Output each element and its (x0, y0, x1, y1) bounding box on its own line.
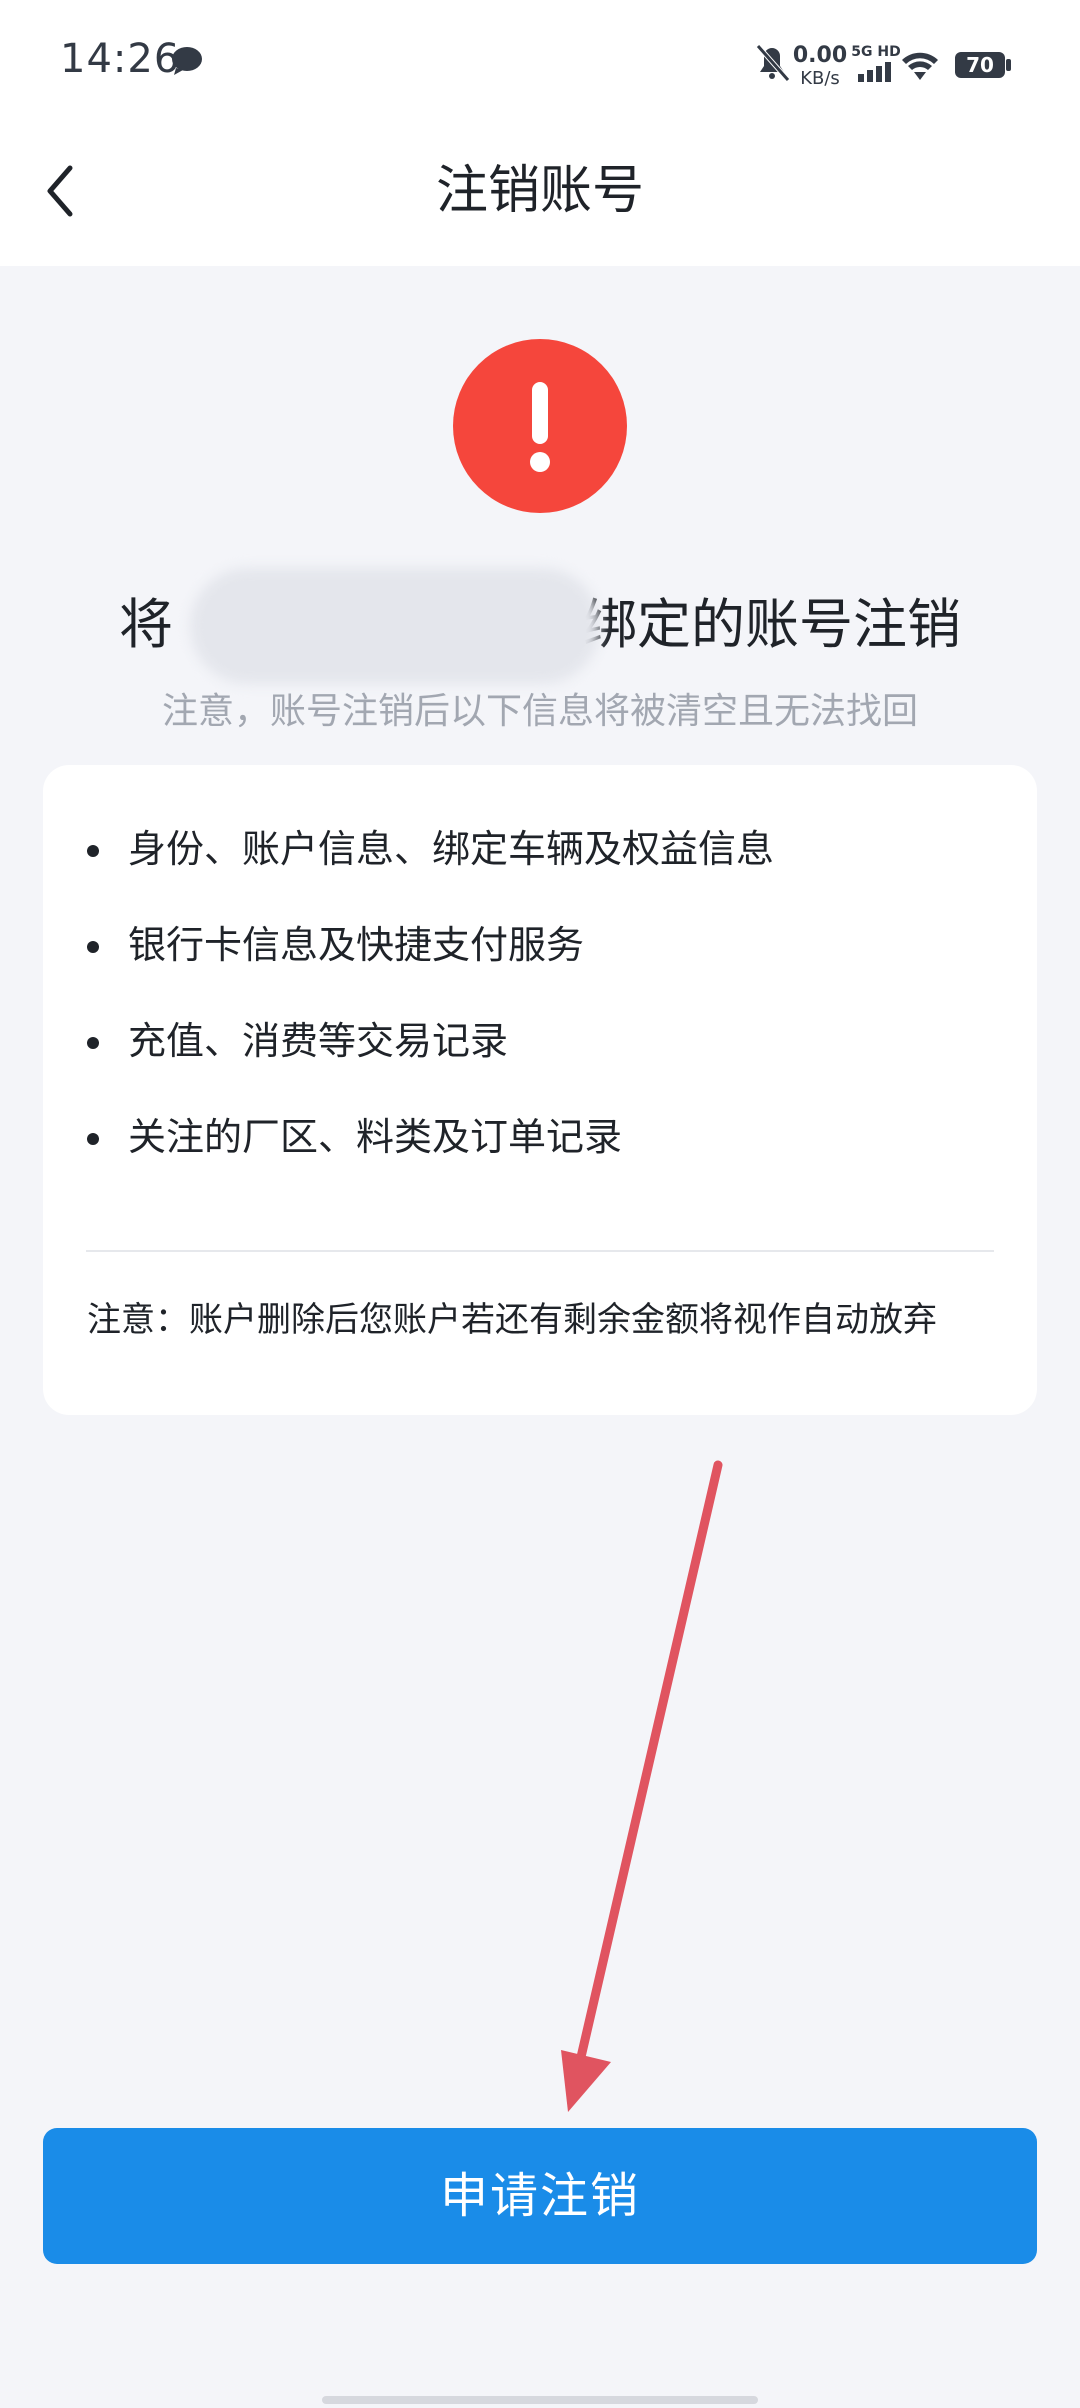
list-item-text: 充值、消费等交易记录 (128, 1019, 509, 1063)
list-item: 银行卡信息及快捷支付服务 (43, 921, 1037, 1017)
redaction-blur (190, 568, 600, 684)
list-item: 充值、消费等交易记录 (43, 1017, 1037, 1113)
cleared-info-list: 身份、账户信息、绑定车辆及权益信息 银行卡信息及快捷支付服务 充值、消费等交易记… (43, 825, 1037, 1209)
list-item: 关注的厂区、料类及订单记录 (43, 1113, 1037, 1209)
network-label: 5G HD (851, 44, 900, 60)
net-speed-unit: KB/s (800, 68, 840, 88)
apply-deactivation-button[interactable]: 申请注销 (43, 2128, 1037, 2264)
list-item-text: 身份、账户信息、绑定车辆及权益信息 (128, 827, 775, 871)
nav-bar: 注销账号 (0, 126, 1080, 266)
mute-bell-icon (756, 44, 790, 82)
list-item-text: 银行卡信息及快捷支付服务 (128, 923, 585, 967)
balance-note: 注意：账户删除后您账户若还有剩余金额将视作自动放弃 (87, 1300, 937, 1340)
status-time: 14:26 (60, 36, 181, 82)
warning-icon (453, 339, 627, 513)
status-icons: 0.00 KB/s 5G HD 70 (756, 43, 1011, 88)
signal-icon (858, 62, 891, 82)
headline-prefix: 将 (119, 593, 173, 656)
home-indicator[interactable] (322, 2396, 758, 2404)
list-item: 身份、账户信息、绑定车辆及权益信息 (43, 825, 1037, 921)
bullet-dot (87, 941, 99, 953)
warning-subtitle: 注意，账号注销后以下信息将被清空且无法找回 (161, 691, 918, 732)
net-speed-value: 0.00 (793, 43, 847, 68)
card-divider (86, 1250, 994, 1252)
battery-icon: 70 (955, 52, 1011, 78)
battery-level: 70 (966, 53, 994, 77)
exclamation-icon (530, 382, 550, 472)
bullet-dot (87, 1037, 99, 1049)
list-item-text: 关注的厂区、料类及订单记录 (128, 1115, 623, 1159)
page-title: 注销账号 (435, 161, 644, 221)
bullet-dot (87, 1133, 99, 1145)
bullet-dot (87, 845, 99, 857)
info-card: 身份、账户信息、绑定车辆及权益信息 银行卡信息及快捷支付服务 充值、消费等交易记… (43, 765, 1037, 1415)
headline-suffix: 绑定的账号注销 (583, 593, 961, 656)
message-icon (172, 47, 202, 75)
wifi-icon (902, 52, 938, 80)
status-bar: 14:26 0.00 KB/s 5G HD 70 (0, 0, 1080, 126)
